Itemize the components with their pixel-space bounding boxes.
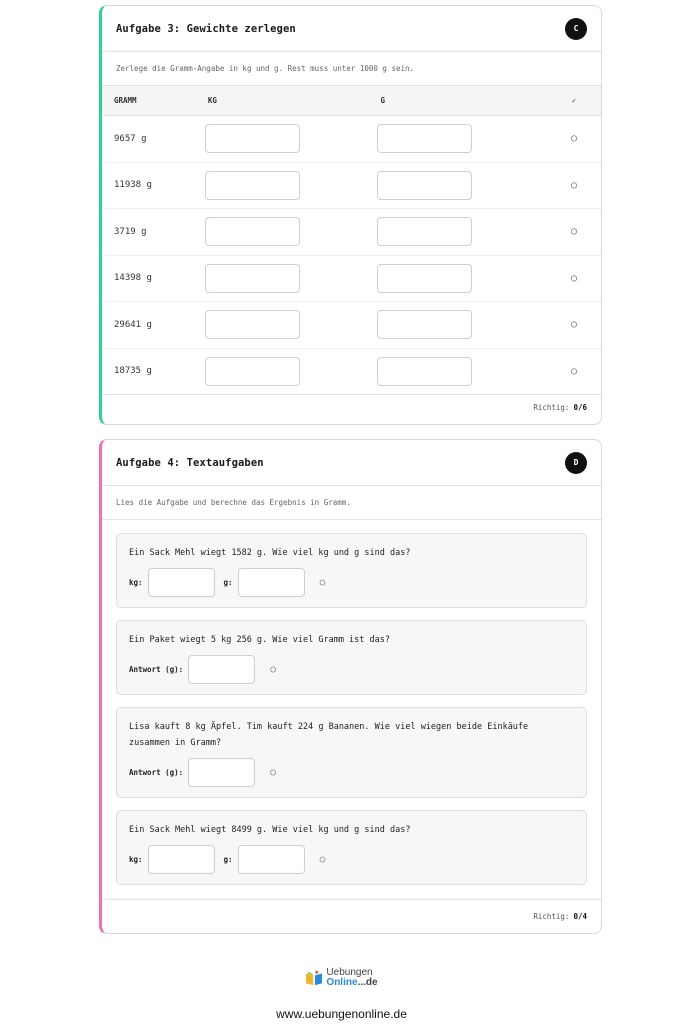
task3-card: Aufgabe 3: Gewichte zerlegen C Zerlege d…: [99, 5, 602, 425]
problem-text: Ein Sack Mehl wiegt 8499 g. Wie viel kg …: [129, 825, 411, 835]
problem-text: Lisa kauft 8 kg Äpfel. Tim kauft 224 g B…: [129, 722, 529, 748]
score-label: Richtig:: [533, 912, 570, 921]
answer-line: kg: g: ○: [129, 568, 574, 597]
problem-text: Ein Paket wiegt 5 kg 256 g. Wie viel Gra…: [129, 635, 390, 645]
grams-value: 14398 g: [114, 273, 152, 284]
kg-input[interactable]: [204, 356, 300, 386]
score-value: 0/4: [573, 912, 587, 921]
task4-header: Aufgabe 4: Textaufgaben D: [102, 440, 601, 486]
status-circle-icon: ○: [270, 664, 276, 675]
task3-title: Aufgabe 3: Gewichte zerlegen: [116, 22, 296, 35]
score-value: 0/6: [573, 402, 587, 412]
task4-card: Aufgabe 4: Textaufgaben D Lies die Aufga…: [99, 439, 602, 934]
table-row: 9657 g ○: [102, 116, 601, 163]
g-input[interactable]: [377, 310, 473, 340]
kg-input[interactable]: [204, 217, 300, 247]
grams-value: 9657 g: [114, 133, 147, 144]
kg-input[interactable]: [204, 263, 300, 293]
kg-input[interactable]: [147, 845, 215, 874]
g-input[interactable]: [377, 217, 473, 247]
status-circle-icon: ○: [571, 272, 578, 284]
table-row: 3719 g ○: [102, 209, 601, 256]
kg-input[interactable]: [204, 170, 300, 200]
table-row: 14398 g ○: [102, 256, 601, 302]
g-input[interactable]: [377, 170, 473, 200]
answer-label: Antwort (g):: [129, 768, 184, 777]
task3-badge: C: [565, 17, 587, 40]
answer-input[interactable]: [188, 655, 256, 684]
kg-label: kg:: [129, 578, 143, 587]
book-logo-icon: [306, 970, 323, 986]
task4-description: Lies die Aufgabe und berechne das Ergebn…: [102, 486, 601, 520]
g-input[interactable]: [377, 263, 473, 293]
table-row: 29641 g ○: [102, 302, 601, 349]
task4-title: Aufgabe 4: Textaufgaben: [116, 456, 264, 469]
logo-text-bottom: Online: [326, 977, 358, 988]
problem-card: Ein Sack Mehl wiegt 1582 g. Wie viel kg …: [116, 533, 587, 608]
answer-line: kg: g: ○: [129, 845, 574, 874]
grams-value: 29641 g: [114, 319, 152, 330]
task3-score: Richtig: 0/6: [102, 390, 601, 424]
kg-input[interactable]: [147, 568, 215, 597]
grams-value: 11938 g: [114, 180, 152, 191]
grams-value: 3719 g: [114, 226, 147, 237]
g-label: g:: [223, 578, 233, 587]
g-input[interactable]: [237, 845, 305, 874]
status-circle-icon: ○: [319, 577, 326, 588]
status-circle-icon: ○: [571, 319, 578, 331]
table-row: 11938 g ○: [102, 163, 601, 209]
col-header-g: G: [380, 96, 385, 105]
task3-table-body: 9657 g ○ 11938 g ○ 3719 g ○ 14398 g ○ 29…: [102, 116, 601, 395]
kg-input[interactable]: [204, 310, 300, 340]
answer-line: Antwort (g): ○: [129, 655, 574, 684]
status-circle-icon: ○: [571, 179, 578, 191]
g-input[interactable]: [237, 568, 305, 597]
task3-description: Zerlege die Gramm-Angabe in kg und g. Re…: [102, 52, 601, 86]
problem-text: Ein Sack Mehl wiegt 1582 g. Wie viel kg …: [129, 548, 411, 558]
g-input[interactable]: [377, 356, 473, 386]
g-label: g:: [223, 855, 233, 864]
task3-table-header: GRAMM KG G ✓: [102, 86, 601, 116]
status-circle-icon: ○: [571, 133, 578, 145]
task4-badge: D: [565, 451, 587, 474]
status-circle-icon: ○: [270, 767, 276, 778]
task4-score: Richtig: 0/4: [102, 899, 601, 933]
col-header-gramm: GRAMM: [114, 96, 137, 105]
site-logo: Uebungen Online...de: [0, 968, 683, 988]
task3-header: Aufgabe 3: Gewichte zerlegen C: [102, 6, 601, 52]
kg-label: kg:: [129, 855, 143, 864]
answer-line: Antwort (g): ○: [129, 758, 574, 787]
score-label: Richtig:: [533, 402, 570, 412]
status-circle-icon: ○: [319, 854, 326, 865]
answer-input[interactable]: [188, 758, 256, 787]
g-input[interactable]: [377, 124, 473, 154]
status-circle-icon: ○: [571, 365, 578, 377]
table-row: 18735 g ○: [102, 349, 601, 395]
col-header-check: ✓: [571, 96, 577, 105]
answer-label: Antwort (g):: [129, 665, 184, 674]
kg-input[interactable]: [204, 124, 300, 154]
status-circle-icon: ○: [571, 226, 578, 238]
grams-value: 18735 g: [114, 366, 152, 377]
site-url[interactable]: www.uebungenonline.de: [0, 1007, 683, 1021]
col-header-kg: KG: [207, 96, 217, 105]
problem-card: Lisa kauft 8 kg Äpfel. Tim kauft 224 g B…: [116, 707, 587, 798]
problem-card: Ein Sack Mehl wiegt 8499 g. Wie viel kg …: [116, 810, 587, 885]
problem-card: Ein Paket wiegt 5 kg 256 g. Wie viel Gra…: [116, 620, 587, 695]
logo-text-suffix: ...de: [357, 977, 378, 988]
task4-problems: Ein Sack Mehl wiegt 1582 g. Wie viel kg …: [102, 520, 601, 885]
